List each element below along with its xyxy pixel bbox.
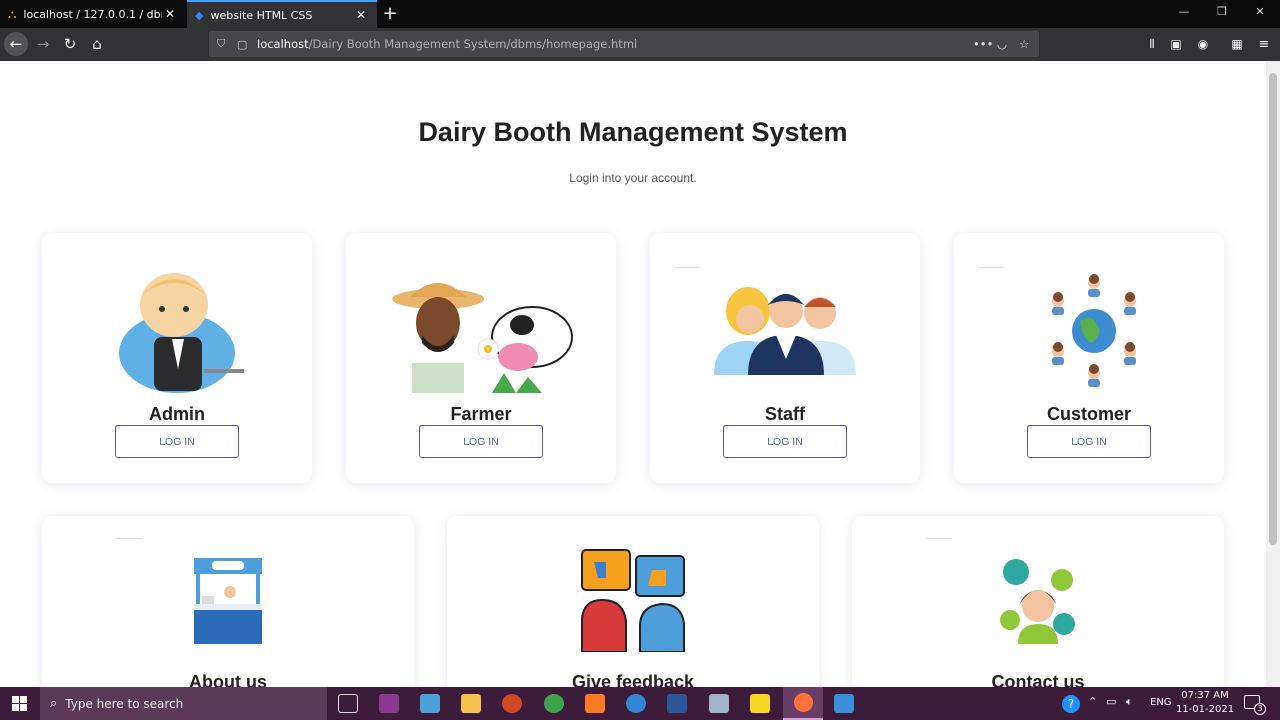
xampp-icon[interactable] — [585, 694, 605, 713]
page-subtitle: Login into your account. — [569, 171, 697, 185]
time: 07:37 AM — [1181, 690, 1229, 701]
tab-label: localhost / 127.0.0.1 / dbms | p — [23, 7, 162, 21]
customer-support-icon — [1000, 559, 1075, 644]
volume-icon[interactable]: 🔈︎ — [1126, 695, 1133, 709]
milk-booth-icon — [194, 558, 262, 644]
close-icon[interactable]: ✕ — [162, 7, 178, 21]
forward-button[interactable]: → — [31, 32, 55, 56]
windows-start-icon[interactable] — [12, 696, 27, 711]
bookmark-star-icon[interactable]: ☆ — [1019, 37, 1029, 51]
app-icon[interactable] — [379, 694, 399, 713]
contact-us-card[interactable]: Contact us — [852, 516, 1224, 687]
card-title: Farmer — [450, 404, 512, 424]
customer-login-button[interactable]: LOG IN — [1027, 425, 1151, 458]
url-host: localhost — [257, 37, 309, 51]
tab-bar: ⛬ localhost / 127.0.0.1 / dbms | p ✕ ◆ w… — [0, 0, 1280, 28]
farmer-login-button[interactable]: LOG IN — [419, 425, 543, 458]
clock[interactable]: 07:37 AM 11-01-2021 — [1170, 689, 1240, 717]
help-icon[interactable]: ? — [1062, 695, 1080, 713]
customer-card: Customer LOG IN — [954, 233, 1224, 483]
account-icon[interactable]: ◉ — [1191, 32, 1215, 56]
window-close-icon[interactable]: ✕ — [1248, 5, 1272, 18]
staff-group-icon — [714, 287, 856, 375]
extensions-icon[interactable]: ▦ — [1225, 32, 1249, 56]
search-icon: ⌕ — [50, 696, 58, 711]
file-explorer-icon[interactable] — [461, 694, 481, 713]
divider — [116, 538, 142, 539]
app-icon[interactable] — [420, 694, 440, 713]
back-button[interactable]: ← — [4, 32, 28, 56]
about-us-card[interactable]: About us — [42, 516, 414, 687]
url-path: /Dairy Booth Management System/dbms/home… — [308, 37, 638, 51]
network-icon[interactable]: ▭ — [1106, 695, 1116, 708]
new-tab-button[interactable]: + — [380, 3, 400, 24]
farmer-card: Farmer LOG IN — [346, 233, 616, 483]
card-title: Give feedback — [571, 672, 695, 687]
give-feedback-card[interactable]: Give feedback — [447, 516, 819, 687]
card-title: Admin — [149, 404, 205, 424]
home-button[interactable]: ⌂ — [85, 32, 109, 56]
admin-card: Admin LOG IN — [42, 233, 312, 483]
close-icon[interactable]: ✕ — [353, 8, 369, 22]
card-title: Contact us — [991, 672, 1085, 687]
page-info-icon: ▢ — [237, 37, 248, 51]
chevron-up-icon[interactable]: ⌃ — [1088, 695, 1097, 708]
scrollbar-thumb[interactable] — [1269, 73, 1277, 545]
pocket-icon[interactable]: ◡ — [997, 37, 1007, 51]
app-icon[interactable] — [750, 694, 770, 713]
feedback-icon — [581, 549, 685, 652]
firefox-icon[interactable] — [783, 687, 823, 720]
restore-icon[interactable]: ❐ — [1210, 5, 1234, 18]
chrome-icon[interactable] — [544, 694, 564, 713]
admin-icon — [119, 273, 244, 393]
search-placeholder: Type here to search — [65, 696, 184, 711]
staff-card: Staff LOG IN — [650, 233, 920, 483]
phpmyadmin-icon: ⛬ — [8, 6, 17, 21]
card-title: Staff — [765, 404, 805, 424]
sidebar-icon[interactable]: ▣ — [1164, 32, 1188, 56]
page-title: Dairy Booth Management System — [418, 117, 848, 147]
tab-phpmyadmin[interactable]: ⛬ localhost / 127.0.0.1 / dbms | p ✕ — [0, 0, 186, 28]
menu-icon[interactable]: ≡ — [1252, 32, 1276, 56]
divider — [674, 267, 700, 268]
date: 11-01-2021 — [1175, 704, 1235, 715]
staff-login-button[interactable]: LOG IN — [723, 425, 847, 458]
powerpoint-icon[interactable] — [502, 694, 522, 713]
card-title: Customer — [1046, 404, 1131, 424]
more-icon[interactable]: ••• — [973, 37, 993, 51]
reload-button[interactable]: ↻ — [58, 32, 82, 56]
word-icon[interactable] — [667, 694, 687, 713]
navigation-bar: ← → ↻ ⌂ ⛉ ▢ localhost/Dairy Booth Manage… — [0, 28, 1280, 61]
card-title: About us — [189, 672, 267, 687]
app-icon[interactable] — [709, 694, 729, 713]
tab-label: website HTML CSS — [210, 8, 313, 22]
edge-icon[interactable] — [626, 694, 646, 713]
url-bar[interactable]: ⛉ ▢ localhost/Dairy Booth Management Sys… — [209, 31, 1039, 57]
photos-icon[interactable] — [834, 694, 854, 713]
page-scrollbar[interactable] — [1266, 61, 1280, 687]
divider — [926, 538, 952, 539]
farmer-cow-icon — [392, 283, 573, 393]
language-indicator[interactable]: ENG — [1150, 697, 1172, 708]
tab-website[interactable]: ◆ website HTML CSS ✕ — [187, 0, 377, 28]
page-content: Dairy Booth Management System Login into… — [0, 61, 1266, 687]
taskbar: ⌕ Type here to search ? ⌃ ▭ 🔈︎ ENG 07:37… — [0, 687, 1280, 720]
task-view-icon[interactable] — [338, 694, 358, 713]
notification-badge: 3 — [1254, 703, 1266, 715]
shield-icon: ⛉ — [217, 37, 226, 50]
minimize-icon[interactable]: — — [1172, 5, 1196, 18]
divider — [978, 267, 1004, 268]
taskbar-search[interactable]: ⌕ Type here to search — [40, 687, 327, 720]
admin-login-button[interactable]: LOG IN — [115, 425, 239, 458]
global-customers-icon — [1052, 274, 1136, 387]
page-icon: ◆ — [195, 8, 204, 22]
library-icon[interactable]: ⫴ — [1140, 32, 1164, 56]
